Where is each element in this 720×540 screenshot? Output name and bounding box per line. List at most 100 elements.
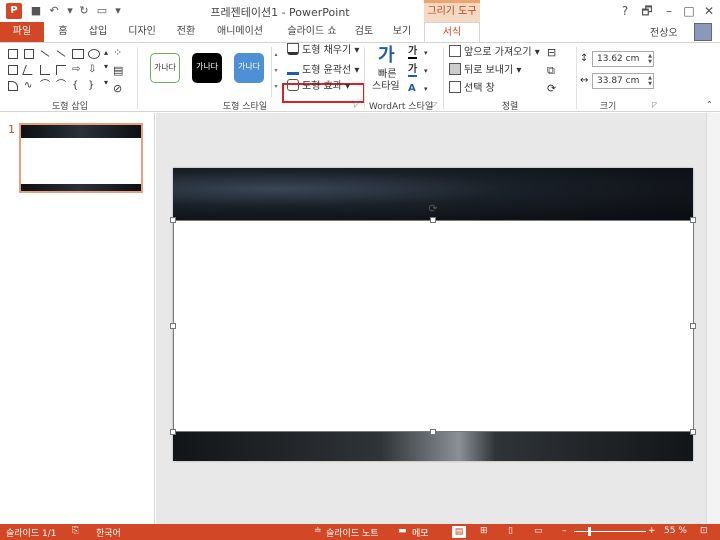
tab-design[interactable]: 디자인	[122, 22, 162, 42]
gallery-more-icon[interactable]: ▾	[104, 75, 108, 91]
language-indicator[interactable]: 한국어	[96, 526, 121, 539]
tab-insert[interactable]: 삽입	[84, 22, 112, 42]
notes-button[interactable]: 슬라이드 노트	[326, 526, 379, 539]
line-shape-icon[interactable]	[40, 50, 50, 57]
tab-review[interactable]: 검토	[352, 22, 376, 42]
comments-icon[interactable]: ▬	[398, 526, 407, 536]
selection-pane-button[interactable]: 선택 창	[449, 81, 495, 97]
comments-button[interactable]: 메모	[412, 526, 429, 539]
resize-handle-bottom[interactable]	[430, 429, 436, 435]
maximize-icon[interactable]: □	[680, 2, 698, 20]
resize-handle-top-right[interactable]	[690, 217, 696, 223]
tab-animations[interactable]: 애니메이션	[210, 22, 270, 42]
rotation-handle-icon[interactable]: ⟳	[427, 203, 439, 215]
vertical-textbox-shape-icon[interactable]	[24, 49, 34, 59]
text-fill-dropdown-icon[interactable]: ▾	[424, 45, 428, 61]
normal-view-icon[interactable]: ▤	[452, 526, 466, 538]
reading-view-icon[interactable]: ▯	[508, 526, 513, 536]
powerpoint-app-icon[interactable]: P	[6, 3, 22, 19]
edit-shape-icon[interactable]: ⁘	[113, 45, 122, 61]
elbow-arrow-connector-icon[interactable]	[56, 65, 66, 75]
zoom-out-button[interactable]: –	[562, 526, 567, 536]
resize-handle-bottom-right[interactable]	[690, 429, 696, 435]
shape-fill-button[interactable]: 도형 채우기 ▾	[287, 43, 359, 59]
arrow-shape-icon[interactable]	[56, 50, 66, 57]
zoom-level[interactable]: 55 %	[664, 526, 687, 536]
send-backward-button[interactable]: 뒤로 보내기 ▾	[449, 63, 521, 79]
close-icon[interactable]: ✕	[700, 2, 718, 20]
resize-handle-left[interactable]	[170, 323, 176, 329]
undo-icon[interactable]: ↶	[46, 3, 62, 19]
collapse-ribbon-icon[interactable]: ⌃	[706, 97, 713, 113]
triangle-shape-icon[interactable]	[22, 65, 36, 75]
textbox-shape-icon[interactable]	[8, 49, 18, 59]
size-launcher-icon[interactable]: ◸	[652, 101, 657, 109]
text-fill-icon[interactable]: 가	[408, 45, 418, 59]
spelling-icon[interactable]: ⎘	[72, 526, 79, 536]
tab-format[interactable]: 서식	[424, 22, 480, 42]
resize-handle-top-left[interactable]	[170, 217, 176, 223]
style-gallery-scroll[interactable]: ▴ ▾ ▾	[271, 47, 280, 97]
bracket-shape-icon[interactable]: }	[88, 81, 98, 91]
tab-view[interactable]: 보기	[388, 22, 416, 42]
resize-handle-top[interactable]	[430, 217, 436, 223]
quick-styles-icon[interactable]: 가	[378, 45, 395, 67]
resize-handle-right[interactable]	[690, 323, 696, 329]
wordart-launcher-icon[interactable]: ◸	[432, 101, 437, 109]
text-effects-dropdown-icon[interactable]: ▾	[424, 81, 428, 97]
oval-shape-icon[interactable]	[88, 49, 100, 59]
notes-icon[interactable]: ≐	[314, 526, 322, 536]
avatar[interactable]	[694, 23, 712, 41]
fit-to-window-icon[interactable]: ⊡	[700, 526, 708, 536]
curve-shape-icon[interactable]: ∿	[24, 81, 34, 91]
quick-styles-label-1[interactable]: 빠른	[378, 69, 396, 81]
height-spin-arrows[interactable]: ▲ ▼	[648, 53, 652, 65]
shape-styles-launcher-icon[interactable]: ◸	[354, 101, 359, 109]
width-spin-arrows[interactable]: ▲ ▼	[648, 75, 652, 87]
shape-style-swatch-outline[interactable]: 가나다	[150, 53, 180, 83]
freeform-shape-icon[interactable]	[8, 81, 18, 91]
resize-handle-bottom-left[interactable]	[170, 429, 176, 435]
brace-shape-icon[interactable]: {	[72, 81, 82, 91]
text-outline-dropdown-icon[interactable]: ▾	[424, 63, 428, 79]
shape-effects-button[interactable]: 도형 효과 ▾	[287, 79, 350, 95]
shape-gallery[interactable]: ⇨ ⇩ ∿ ⌒ ⌒ { }	[6, 47, 102, 91]
rotate-icon[interactable]: ⟳	[547, 81, 556, 97]
customize-qat-icon[interactable]: ▾	[110, 3, 126, 19]
tab-home[interactable]: 홈	[52, 22, 74, 42]
ribbon-display-icon[interactable]: 🗗	[638, 2, 656, 20]
shape-width-field[interactable]: 33.87 cm ▲ ▼	[592, 73, 654, 89]
zoom-slider-track[interactable]	[574, 531, 646, 532]
quick-styles-label-2[interactable]: 스타일	[372, 81, 400, 93]
tab-transitions[interactable]: 전환	[172, 22, 200, 42]
wave-shape-icon[interactable]: ⌒	[56, 81, 66, 91]
vertical-scrollbar[interactable]	[706, 113, 720, 524]
shape-outline-button[interactable]: 도형 윤곽선 ▾	[287, 63, 359, 79]
text-box-icon[interactable]: ▤	[113, 63, 123, 79]
shape-style-swatch-blue[interactable]: 가나다	[234, 53, 264, 83]
slide-sorter-icon[interactable]: ⊞	[480, 526, 488, 536]
selected-rectangle-shape[interactable]	[173, 220, 694, 432]
rounded-rect-shape-icon[interactable]	[8, 65, 18, 75]
tab-file[interactable]: 파일	[0, 22, 44, 42]
minimize-icon[interactable]: –	[660, 2, 678, 20]
user-name[interactable]: 전상오	[650, 24, 678, 39]
shape-height-field[interactable]: 13.62 cm ▲ ▼	[592, 51, 654, 67]
text-effects-icon[interactable]: A	[408, 81, 416, 97]
arrow-right-shape-icon[interactable]: ⇨	[72, 65, 82, 75]
merge-shapes-icon[interactable]: ⊘	[113, 81, 122, 97]
rectangle-shape-icon[interactable]	[72, 49, 84, 59]
shape-style-swatch-black[interactable]: 가나다	[192, 53, 222, 83]
save-icon[interactable]: ■	[28, 3, 44, 19]
arrow-down-shape-icon[interactable]: ⇩	[88, 65, 98, 75]
gallery-scroll-down-icon[interactable]: ▾	[104, 59, 108, 75]
zoom-in-button[interactable]: +	[648, 526, 656, 536]
slideshow-view-icon[interactable]: ▭	[534, 526, 543, 536]
slideshow-icon[interactable]: ▭	[94, 3, 110, 19]
slide-thumbnail[interactable]	[19, 123, 143, 193]
redo-icon[interactable]: ↻	[76, 3, 92, 19]
help-icon[interactable]: ?	[616, 2, 634, 20]
tab-slideshow[interactable]: 슬라이드 쇼	[280, 22, 344, 42]
zoom-slider-thumb[interactable]	[588, 527, 591, 536]
group-objects-icon[interactable]: ⧉	[547, 63, 555, 79]
